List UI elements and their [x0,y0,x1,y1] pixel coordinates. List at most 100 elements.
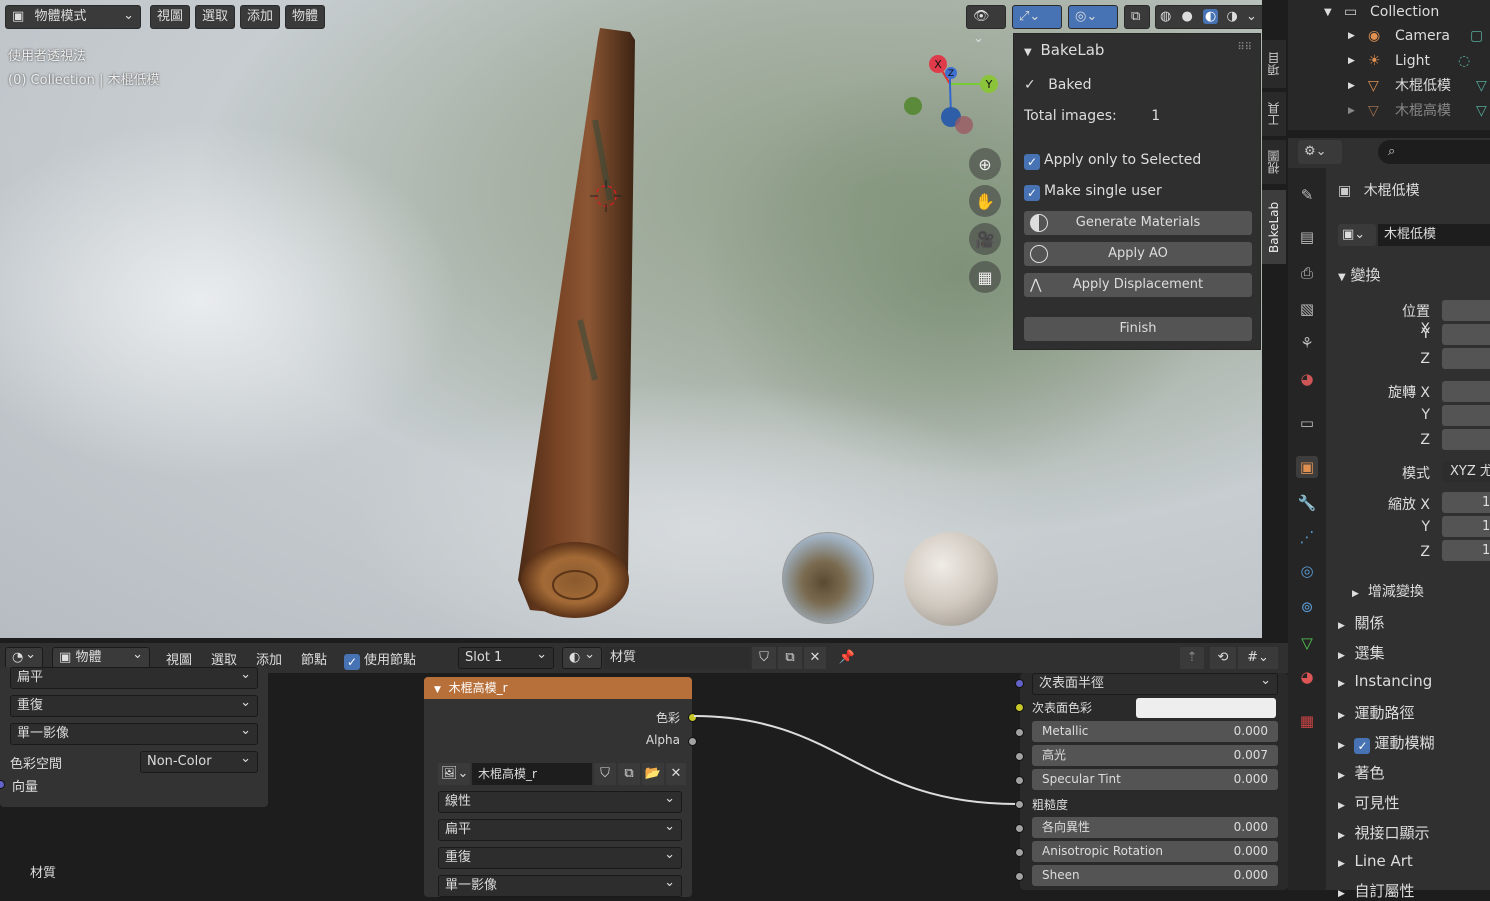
solid-shading-icon[interactable]: ● [1181,9,1192,24]
open-image-icon[interactable]: 📂 [642,763,664,785]
location-z-field[interactable] [1442,348,1490,369]
checkbox-checked-icon[interactable]: ✓ [344,654,360,670]
subsurface-radius-select[interactable]: 次表面半徑 [1032,671,1278,695]
material-name-field[interactable]: 材質 [604,647,750,669]
outliner-row-camera[interactable]: ▶ ◉ Camera ▢ [1288,24,1490,49]
menu-add[interactable]: 添加 [240,5,281,29]
constraints-icon[interactable]: ⊚ [1296,596,1318,618]
interpolation-select[interactable]: 線性 [438,789,682,813]
node-editor-canvas[interactable]: 扁平 重復 單一影像 色彩空間 Non-Color 向量 材質 ▼ 木棍高模_r… [0,665,1288,897]
shading-section[interactable]: ▶ 著色 [1338,762,1384,783]
tab-item[interactable]: 項目 [1262,40,1286,88]
duplicate-icon[interactable]: ⧉ [618,763,640,785]
location-x-field[interactable] [1442,300,1490,321]
slot-select[interactable]: Slot 1 [458,645,554,669]
chevron-down-icon[interactable]: ⌄ [1246,9,1257,24]
projection-select[interactable]: 扁平 [438,817,682,841]
object-data-icon[interactable]: ▽ [1296,632,1318,654]
scale-z-field[interactable]: 1 [1442,540,1490,561]
make-single-user-checkbox[interactable]: ✓ Make single user [1024,183,1162,201]
fake-user-shield-icon[interactable]: ⛉ [594,763,616,785]
scale-y-field[interactable]: 1 [1442,516,1490,537]
zoom-icon[interactable]: ⊕ [969,148,1001,180]
metallic-socket[interactable] [1015,728,1024,737]
menu-object[interactable]: 物體 [285,5,326,29]
extension-select[interactable]: 重復 [438,845,682,869]
expand-arrow-icon[interactable]: ▶ [1348,99,1355,124]
outliner-row-highpoly[interactable]: ▶ ▽ 木棍高模 ▽ [1288,99,1490,124]
use-nodes-checkbox[interactable]: ✓ 使用節點 [344,649,416,670]
expand-arrow-icon[interactable]: ▶ [1348,49,1355,74]
delta-transform-section[interactable]: ▶ 增減變換 [1352,581,1424,601]
menu-add[interactable]: 添加 [256,649,282,668]
vector-input-socket[interactable] [0,780,5,789]
finish-button[interactable]: Finish [1024,317,1252,341]
xray-icon[interactable]: ⧉ [1124,5,1150,29]
colorspace-select[interactable]: Non-Color [140,749,258,773]
collapse-arrow-icon[interactable]: ▼ [1024,47,1032,58]
menu-view[interactable]: 視圖 [166,649,192,668]
anisotropic-socket[interactable] [1015,824,1024,833]
rotation-mode-select[interactable]: XYZ 尤 [1442,461,1490,482]
wireframe-shading-icon[interactable]: ◍ [1160,9,1171,24]
parent-node-tree-icon[interactable]: ⇡ [1180,647,1204,669]
world-icon[interactable]: ◕ [1296,368,1318,390]
source-select[interactable]: 單一影像 [438,873,682,897]
apply-displacement-button[interactable]: ⋀ Apply Displacement [1024,273,1252,297]
shader-type-select[interactable]: ▣ 物體 [52,645,150,669]
outliner-row-lowpoly[interactable]: ▶ ▽ 木棍低模 ▽ [1288,74,1490,99]
object-name-field[interactable]: 木棍低模 [1378,224,1490,246]
transform-section[interactable]: ▼ 變換 [1338,264,1381,285]
motion-paths-section[interactable]: ▶ 運動路徑 [1338,702,1414,723]
editor-type-icon[interactable]: ◔ [5,645,43,669]
menu-select[interactable]: 選取 [211,649,237,668]
apply-only-selected-checkbox[interactable]: ✓ Apply only to Selected [1024,152,1201,170]
expand-arrow-icon[interactable]: ▶ [1348,24,1355,49]
wooden-stick-model[interactable] [500,20,660,630]
location-y-field[interactable] [1442,324,1490,345]
modifier-wrench-icon[interactable]: 🔧 [1296,492,1318,514]
image-name-field[interactable]: 木棍高模_r [472,763,592,785]
checkbox-checked-icon[interactable]: ✓ [1024,185,1040,201]
navigation-gizmo[interactable]: X Y Z [900,52,1010,142]
checkbox-checked-icon[interactable]: ✓ [1354,738,1371,754]
snap-icon[interactable]: ⟲ [1210,647,1236,669]
material-browse-icon[interactable]: ◐ [562,645,602,669]
subsurface-color-socket[interactable] [1015,703,1024,712]
roughness-socket[interactable] [1015,800,1024,809]
node-link-wire[interactable] [690,708,1020,808]
motion-blur-section[interactable]: ▶ ✓ 運動模糊 [1338,732,1434,754]
particles-icon[interactable]: ⋰ [1296,526,1318,548]
checkbox-checked-icon[interactable]: ✓ [1024,154,1040,170]
image-texture-node[interactable]: ▼ 木棍高模_r 色彩 Alpha 🖼⌄ 木棍高模_r ⛉ ⧉ 📂 ✕ 線性 扁… [424,677,697,897]
sheen-socket[interactable] [1015,872,1024,881]
close-icon[interactable]: ✕ [666,763,686,785]
source-select[interactable]: 單一影像 [10,721,258,745]
instancing-section[interactable]: ▶ Instancing [1338,672,1432,690]
menu-view[interactable]: 視圖 [150,5,191,29]
scale-x-field[interactable]: 1 [1442,492,1490,513]
render-icon[interactable]: ▤ [1296,226,1318,248]
drag-handle-icon[interactable]: ⠿⠿ [1237,42,1252,53]
physics-icon[interactable]: ◎ [1296,560,1318,582]
rendered-shading-icon[interactable]: ◑ [1226,9,1237,24]
anisotropic-rotation-socket[interactable] [1015,848,1024,857]
specular-tint-field[interactable]: Specular Tint 0.000 [1032,769,1278,790]
specular-field[interactable]: 高光 0.007 [1032,745,1278,766]
search-icon[interactable]: ⌕ [1378,140,1490,164]
duplicate-icon[interactable]: ⧉ [778,647,802,669]
output-icon[interactable]: ⎙ [1296,262,1318,284]
viewport-display-section[interactable]: ▶ 視接口顯示 [1338,822,1429,843]
perspective-grid-icon[interactable]: ▦ [969,261,1001,293]
expand-arrow-icon[interactable]: ▼ [1324,0,1332,25]
subsurface-radius-socket[interactable] [1015,679,1024,688]
image-node-header[interactable]: ▼ 木棍高模_r [424,677,692,699]
view-layer-icon[interactable]: ▧ [1296,298,1318,320]
fake-user-shield-icon[interactable]: ⛉ [752,647,776,669]
expand-arrow-icon[interactable]: ▶ [1348,74,1355,99]
tab-bakelab[interactable]: BakeLab [1262,190,1286,264]
gizmo-toggle-icon[interactable]: ⤢⌄ [1012,5,1062,29]
mode-select[interactable]: ▣ 物體模式 ⌄ [5,5,141,29]
collections-section[interactable]: ▶ 選集 [1338,642,1384,663]
custom-properties-section[interactable]: ▶ 自訂屬性 [1338,880,1414,901]
